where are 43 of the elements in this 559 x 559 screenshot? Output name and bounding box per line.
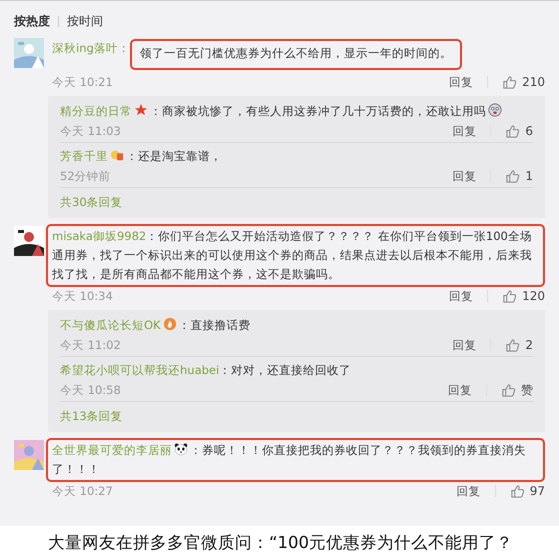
like-icon bbox=[505, 124, 520, 138]
reply-button[interactable]: 回复 bbox=[456, 484, 481, 498]
like-count: 97 bbox=[530, 484, 545, 498]
reply-text: ：还是淘宝靠谱， bbox=[126, 149, 222, 163]
emoji-icon bbox=[488, 103, 502, 117]
reply-button[interactable]: 回复 bbox=[449, 288, 474, 304]
reply-text: ：商家被坑惨了，有些人用这券冲了几十万话费的，还敢让用吗 bbox=[150, 104, 486, 118]
like-icon bbox=[510, 484, 525, 498]
timestamp: 今天 10:34 bbox=[52, 288, 114, 304]
like-icon bbox=[501, 382, 516, 398]
medal-icon bbox=[110, 148, 124, 162]
like-count: 1 bbox=[525, 169, 533, 183]
reply-text: ：直接撸话费 bbox=[178, 318, 251, 332]
reply-text: ：对对，还直接给回收了 bbox=[219, 363, 352, 377]
reply-button[interactable]: 回复 bbox=[449, 74, 474, 90]
panda-icon bbox=[174, 442, 188, 456]
comment-text: 领了一百无门槛优惠券为什么不给用，显示一年的时间的。 bbox=[130, 39, 462, 70]
timestamp: 今天 11:03 bbox=[60, 124, 122, 138]
reply-button[interactable]: 回复 bbox=[452, 168, 476, 184]
like-icon bbox=[502, 288, 518, 304]
like-count: 2 bbox=[525, 338, 533, 352]
caption: 大量网友在拼多多官微质问：“100元优惠券为什么不能用了？ bbox=[47, 532, 514, 554]
timestamp: 今天 10:21 bbox=[52, 74, 114, 90]
reply-button[interactable]: 回复 bbox=[448, 382, 472, 398]
timestamp: 今天 10:58 bbox=[60, 382, 122, 398]
timestamp: 今天 10:27 bbox=[52, 484, 114, 498]
comment-text: misaka御坂9982：你们平台怎么又开始活动造假了？？？？ 在你们平台领到一张100全场通用券，找了一个标识出来的可以使用这个券的商品，结果点进去以后根本不能用，后来我找了找，是所有商品都不能用这个券，这不是欺骗吗。 bbox=[46, 224, 545, 287]
reply-button[interactable]: 回复 bbox=[452, 124, 476, 138]
like-icon bbox=[505, 338, 520, 352]
like-icon bbox=[505, 168, 520, 184]
like-icon bbox=[502, 74, 518, 90]
badge-icon bbox=[162, 317, 177, 331]
timestamp: 52分钟前 bbox=[60, 168, 112, 184]
like-count: 赞 bbox=[521, 382, 533, 398]
like-count: 6 bbox=[525, 124, 533, 138]
timestamp: 今天 11:02 bbox=[60, 338, 122, 352]
reply-button[interactable]: 回复 bbox=[452, 338, 476, 352]
sort-tab[interactable]: 按时间 bbox=[67, 13, 103, 30]
comment-text: 全世界最可爱的李居丽 ：券呢！！！你直接把我的券收回了？？？我领到的券直接消失了！！！ bbox=[46, 438, 545, 482]
star-icon bbox=[134, 103, 148, 117]
like-count: 210 bbox=[522, 75, 545, 89]
like-count: 120 bbox=[522, 289, 545, 303]
sort-tab[interactable]: 按热度 bbox=[14, 13, 50, 30]
